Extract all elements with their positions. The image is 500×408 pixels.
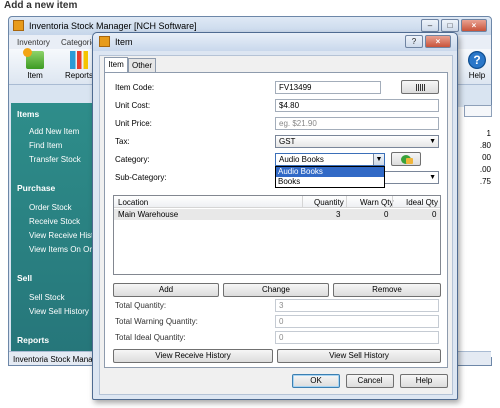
column-quantity[interactable]: Quantity: [314, 198, 344, 207]
help-icon: ?: [468, 51, 486, 69]
item-list-partial: 1 .80 00 .00 .75: [457, 105, 493, 357]
category-select[interactable]: Audio Books ▼: [275, 153, 385, 166]
add-category-icon: [401, 155, 413, 164]
category-option-books[interactable]: Books: [276, 177, 384, 187]
toolbar-reports-label: Reports: [64, 71, 93, 80]
tax-value: GST: [279, 137, 296, 146]
total-warning-label: Total Warning Quantity:: [115, 317, 198, 326]
change-location-button[interactable]: Change: [223, 283, 329, 297]
maximize-button[interactable]: □: [441, 19, 459, 32]
sidebar-head-items: Items: [17, 109, 40, 119]
category-value: Audio Books: [279, 155, 324, 164]
tab-other[interactable]: Other: [128, 58, 156, 72]
sub-category-label: Sub-Category:: [115, 173, 167, 182]
app-icon: [13, 20, 24, 31]
close-button[interactable]: ×: [461, 19, 487, 32]
sidebar-item-transfer-stock[interactable]: Transfer Stock: [29, 155, 81, 164]
chevron-down-icon: ▼: [429, 174, 436, 181]
barcode-button[interactable]: [401, 80, 439, 94]
sidebar: Items Add New Item Find Item Transfer St…: [11, 103, 98, 355]
sidebar-item-view-items-on-order[interactable]: View Items On Ord: [29, 245, 96, 254]
menu-inventory[interactable]: Inventory: [17, 38, 50, 47]
remove-location-button[interactable]: Remove: [333, 283, 441, 297]
category-dropdown-list: Audio Books Books: [275, 166, 385, 188]
cell-location: Main Warehouse: [118, 210, 179, 219]
item-code-field[interactable]: FV13499: [275, 81, 381, 94]
unit-cost-field[interactable]: $4.80: [275, 99, 439, 112]
location-table: Location Quantity Warn Qty Ideal Qty Mai…: [113, 195, 441, 275]
item-icon: [23, 48, 44, 69]
list-value: .80: [479, 141, 491, 150]
view-receive-history-button[interactable]: View Receive History: [113, 349, 273, 363]
column-warn-qty[interactable]: Warn Qty: [360, 198, 393, 207]
dialog-app-icon: [99, 36, 110, 47]
cancel-button[interactable]: Cancel: [346, 374, 394, 388]
sidebar-head-sell: Sell: [17, 273, 33, 283]
chevron-down-icon: ▼: [429, 138, 436, 145]
dialog-titlebar: Item ? ×: [93, 33, 457, 51]
list-value: 00: [482, 153, 491, 162]
sidebar-head-purchase: Purchase: [17, 183, 56, 193]
item-dialog: Item ? × Item Other Item Code: FV13499 U…: [92, 32, 458, 400]
sidebar-item-view-receive-history[interactable]: View Receive Histo: [29, 231, 98, 240]
dialog-title: Item: [115, 37, 133, 47]
sidebar-item-find-item[interactable]: Find Item: [29, 141, 62, 150]
page-heading: Add a new item: [4, 0, 78, 11]
sidebar-item-order-stock[interactable]: Order Stock: [29, 203, 72, 212]
table-row[interactable]: Main Warehouse 3 0 0: [114, 209, 440, 220]
list-filter-dropdown[interactable]: [464, 105, 492, 117]
chevron-down-icon: ▼: [373, 154, 384, 165]
sidebar-item-view-sell-history[interactable]: View Sell History: [29, 307, 89, 316]
item-code-label: Item Code:: [115, 83, 155, 92]
unit-cost-label: Unit Cost:: [115, 101, 151, 110]
tax-label: Tax:: [115, 137, 130, 146]
status-text: Inventoria Stock Mana: [13, 355, 93, 364]
add-location-button[interactable]: Add: [113, 283, 219, 297]
sidebar-item-add-new-item[interactable]: Add New Item: [29, 127, 79, 136]
total-ideal-field: 0: [275, 331, 439, 344]
cell-warn-qty: 0: [384, 210, 389, 219]
toolbar-help-label: Help: [468, 71, 486, 80]
total-quantity-field: 3: [275, 299, 439, 312]
total-warning-field: 0: [275, 315, 439, 328]
tab-item[interactable]: Item: [104, 57, 128, 72]
view-sell-history-button[interactable]: View Sell History: [277, 349, 441, 363]
toolbar-help-button[interactable]: ? Help: [459, 51, 495, 80]
total-quantity-label: Total Quantity:: [115, 301, 167, 310]
toolbar-item-label: Item: [27, 71, 43, 80]
sidebar-item-sell-stock[interactable]: Sell Stock: [29, 293, 65, 302]
list-value: .75: [479, 177, 491, 186]
table-header: Location Quantity Warn Qty Ideal Qty: [114, 196, 440, 208]
help-button[interactable]: Help: [400, 374, 448, 388]
menu-categories[interactable]: Categorie: [61, 38, 96, 47]
category-option-audio-books[interactable]: Audio Books: [276, 167, 384, 177]
toolbar-item-button[interactable]: Item: [17, 48, 53, 80]
list-value: .00: [479, 165, 491, 174]
cell-ideal-qty: 0: [432, 210, 437, 219]
item-tab-panel: Item Code: FV13499 Unit Cost: $4.80 Unit…: [104, 72, 448, 368]
list-value: 1: [486, 129, 491, 138]
unit-price-label: Unit Price:: [115, 119, 152, 128]
total-ideal-label: Total Ideal Quantity:: [115, 333, 186, 342]
minimize-button[interactable]: –: [421, 19, 439, 32]
cell-quantity: 3: [336, 210, 341, 219]
dialog-body: Item Other Item Code: FV13499 Unit Cost:…: [99, 55, 453, 395]
ok-button[interactable]: OK: [292, 374, 340, 388]
unit-price-field[interactable]: eg. $21.90: [275, 117, 439, 130]
dialog-close-button[interactable]: ×: [425, 35, 451, 48]
sidebar-head-reports: Reports: [17, 335, 50, 345]
dialog-help-button[interactable]: ?: [405, 35, 423, 48]
tax-select[interactable]: GST ▼: [275, 135, 439, 148]
sidebar-item-receive-stock[interactable]: Receive Stock: [29, 217, 80, 226]
add-category-button[interactable]: [391, 152, 421, 166]
main-window-title: Inventoria Stock Manager [NCH Software]: [29, 21, 197, 31]
column-location[interactable]: Location: [118, 198, 148, 207]
category-label: Category:: [115, 155, 150, 164]
reports-icon: [70, 51, 88, 69]
barcode-icon: [416, 84, 426, 91]
column-ideal-qty[interactable]: Ideal Qty: [406, 198, 438, 207]
